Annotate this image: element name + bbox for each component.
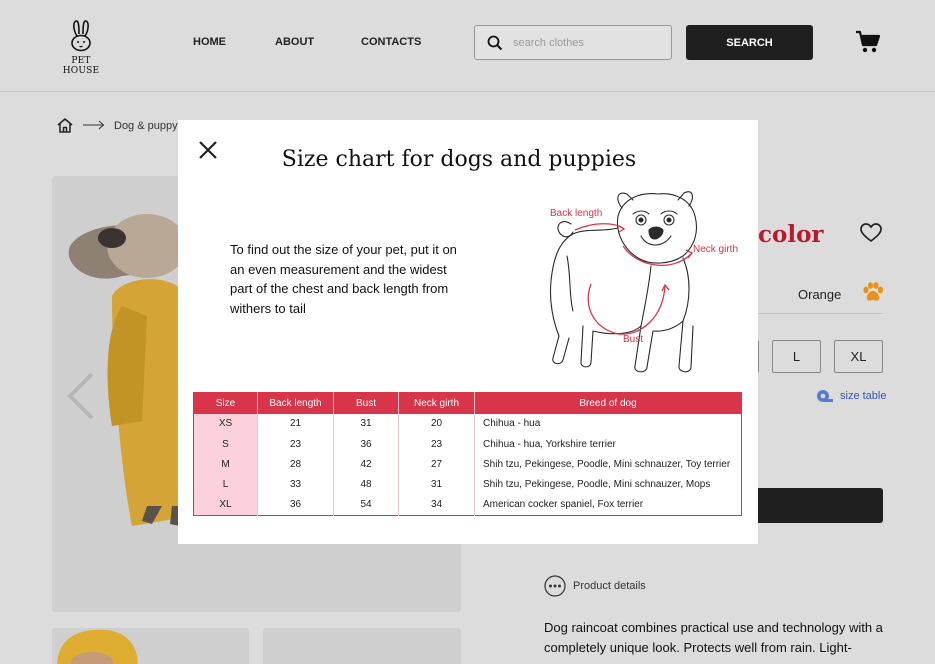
rabbit-logo-icon: [71, 20, 91, 52]
search-icon: [487, 35, 503, 51]
col-size: Size: [193, 392, 258, 414]
table-row: M 28 42 27 Shih tzu, Pekingese, Poodle, …: [193, 454, 742, 475]
nav-about[interactable]: ABOUT: [275, 36, 314, 48]
diagram-label-bust: Bust: [623, 334, 643, 345]
cart-icon[interactable]: [855, 30, 881, 54]
col-neck-girth: Neck girth: [398, 392, 475, 414]
cell-bust: 48: [333, 474, 399, 496]
cell-size: L: [193, 474, 258, 496]
cell-breed: Shih tzu, Pekingese, Poodle, Mini schnau…: [483, 458, 731, 470]
cell-neck-girth: 23: [398, 433, 475, 455]
size-option-xl[interactable]: XL: [834, 340, 883, 373]
product-description: Dog raincoat combines practical use and …: [544, 620, 883, 655]
cell-back-length: 33: [257, 474, 334, 496]
cell-size: M: [193, 454, 258, 475]
diagram-label-back: Back length: [550, 208, 602, 219]
cell-bust: 31: [333, 413, 399, 434]
cell-breed: American cocker spaniel, Fox terrier: [483, 498, 644, 510]
color-name: Orange: [798, 287, 842, 302]
table-row: S 23 36 23 Chihua - hua, Yorkshire terri…: [193, 433, 742, 455]
size-option-l[interactable]: L: [772, 340, 821, 373]
table-row: XL 36 54 34 American cocker spaniel, Fox…: [193, 495, 742, 516]
cell-neck-girth: 20: [398, 413, 475, 434]
site-header: PET HOUSE HOME ABOUT CONTACTS SEARCH: [0, 0, 935, 92]
size-table-link[interactable]: size table: [840, 390, 886, 402]
home-icon[interactable]: [56, 117, 74, 134]
size-chart-table: Size Back length Bust Neck girth Breed o…: [193, 392, 742, 516]
heart-icon[interactable]: [860, 223, 882, 243]
dog-measurement-diagram: Back length Neck girth Bust: [549, 191, 738, 373]
search-button[interactable]: SEARCH: [686, 25, 813, 60]
nav-contacts[interactable]: CONTACTS: [361, 36, 421, 48]
nav-home[interactable]: HOME: [193, 36, 226, 48]
col-bust: Bust: [333, 392, 399, 414]
cell-breed: Chihua - hua: [483, 418, 541, 430]
cell-size: XS: [193, 413, 258, 434]
arrow-right-icon: [83, 120, 105, 130]
cell-size: XL: [193, 495, 258, 516]
cell-breed: Shih tzu, Pekingese, Poodle, Mini schnau…: [483, 479, 711, 491]
cell-bust: 42: [333, 454, 399, 475]
tape-measure-icon: [817, 390, 833, 402]
logo-text: PET HOUSE: [62, 56, 100, 76]
col-breed: Breed of dog: [474, 392, 742, 414]
product-title-fragment: color: [758, 221, 824, 248]
cell-back-length: 23: [257, 433, 334, 455]
modal-instructions: To find out the size of your pet, put it…: [230, 242, 457, 316]
chevron-left-icon[interactable]: [66, 371, 96, 421]
breadcrumb-current[interactable]: Dog & puppy: [114, 120, 178, 132]
modal-title: Size chart for dogs and puppies: [281, 147, 637, 172]
cell-back-length: 36: [257, 495, 334, 516]
cell-back-length: 28: [257, 454, 334, 475]
table-header-row: Size Back length Bust Neck girth Breed o…: [193, 392, 742, 414]
logo[interactable]: PET HOUSE: [52, 20, 110, 76]
cell-neck-girth: 27: [398, 454, 475, 475]
cell-back-length: 21: [257, 413, 334, 434]
cell-neck-girth: 34: [398, 495, 475, 516]
paw-icon[interactable]: [862, 281, 884, 303]
cell-bust: 54: [333, 495, 399, 516]
thumbnail-2[interactable]: [263, 628, 461, 664]
search-box: [474, 25, 672, 60]
cell-size: S: [193, 433, 258, 455]
search-input[interactable]: [513, 34, 663, 52]
table-row: XS 21 31 20 Chihua - hua: [193, 413, 742, 434]
diagram-label-neck: Neck girth: [693, 244, 738, 255]
size-chart-modal: Size chart for dogs and puppies To find …: [178, 120, 758, 544]
col-back-length: Back length: [257, 392, 334, 414]
cell-bust: 36: [333, 433, 399, 455]
cell-neck-girth: 31: [398, 474, 475, 496]
cell-breed: Chihua - hua, Yorkshire terrier: [483, 438, 616, 450]
product-details-label[interactable]: Product details: [573, 580, 646, 592]
thumbnail-1[interactable]: [52, 628, 249, 664]
thumbnail-photo: [57, 629, 138, 664]
more-dots-icon[interactable]: [544, 575, 566, 597]
table-row: L 33 48 31 Shih tzu, Pekingese, Poodle, …: [193, 474, 742, 496]
